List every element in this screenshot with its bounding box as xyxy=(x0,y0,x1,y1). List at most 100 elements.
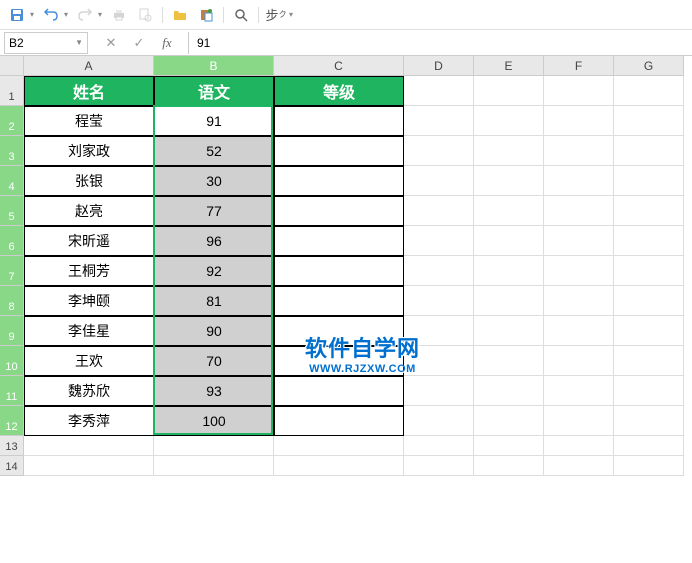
cell-grade-11[interactable] xyxy=(274,376,404,406)
cell-F12[interactable] xyxy=(544,406,614,436)
cell-G4[interactable] xyxy=(614,166,684,196)
cell-name-10[interactable]: 王欢 xyxy=(24,346,154,376)
undo-dropdown-icon[interactable]: ▾ xyxy=(64,10,68,19)
cell-score-5[interactable]: 77 xyxy=(154,196,274,226)
cell-E14[interactable] xyxy=(474,456,544,476)
cell-D7[interactable] xyxy=(404,256,474,286)
row-header-14[interactable]: 14 xyxy=(0,456,24,476)
cell-score-12[interactable]: 100 xyxy=(154,406,274,436)
row-header-1[interactable]: 1 xyxy=(0,76,24,106)
undo-icon[interactable] xyxy=(42,6,60,24)
cell-D2[interactable] xyxy=(404,106,474,136)
cell-C14[interactable] xyxy=(274,456,404,476)
cell-F7[interactable] xyxy=(544,256,614,286)
cell-grade-12[interactable] xyxy=(274,406,404,436)
cell-F3[interactable] xyxy=(544,136,614,166)
cell-score-6[interactable]: 96 xyxy=(154,226,274,256)
pinyin-button[interactable]: 步ク xyxy=(267,6,285,24)
cell-score-7[interactable]: 92 xyxy=(154,256,274,286)
row-header-4[interactable]: 4 xyxy=(0,166,24,196)
cell-E10[interactable] xyxy=(474,346,544,376)
cell-D4[interactable] xyxy=(404,166,474,196)
cell-name-7[interactable]: 王桐芳 xyxy=(24,256,154,286)
cell-E6[interactable] xyxy=(474,226,544,256)
cell-F14[interactable] xyxy=(544,456,614,476)
cell-A14[interactable] xyxy=(24,456,154,476)
cell-E2[interactable] xyxy=(474,106,544,136)
cell-G14[interactable] xyxy=(614,456,684,476)
folder-open-icon[interactable] xyxy=(171,6,189,24)
row-header-5[interactable]: 5 xyxy=(0,196,24,226)
cell-F11[interactable] xyxy=(544,376,614,406)
cell-F2[interactable] xyxy=(544,106,614,136)
cell-G11[interactable] xyxy=(614,376,684,406)
cell-G8[interactable] xyxy=(614,286,684,316)
cell-G5[interactable] xyxy=(614,196,684,226)
cell-score-4[interactable]: 30 xyxy=(154,166,274,196)
cell-G10[interactable] xyxy=(614,346,684,376)
cell-score-11[interactable]: 93 xyxy=(154,376,274,406)
cell-D14[interactable] xyxy=(404,456,474,476)
pinyin-dropdown-icon[interactable]: ▾ xyxy=(289,10,293,19)
cell-score-9[interactable]: 90 xyxy=(154,316,274,346)
name-box[interactable]: B2 ▼ xyxy=(4,32,88,54)
cell-name-11[interactable]: 魏苏欣 xyxy=(24,376,154,406)
spreadsheet-grid[interactable]: ABCDEFG 1234567891011121314 姓名语文等级程莹91刘家… xyxy=(0,56,692,563)
cell-F9[interactable] xyxy=(544,316,614,346)
cell-score-2[interactable]: 91 xyxy=(154,106,274,136)
row-header-3[interactable]: 3 xyxy=(0,136,24,166)
header-score[interactable]: 语文 xyxy=(154,76,274,106)
row-header-9[interactable]: 9 xyxy=(0,316,24,346)
cell-grade-5[interactable] xyxy=(274,196,404,226)
cell-grade-4[interactable] xyxy=(274,166,404,196)
cell-G3[interactable] xyxy=(614,136,684,166)
cell-D10[interactable] xyxy=(404,346,474,376)
fx-icon[interactable]: fx xyxy=(160,35,174,51)
row-header-6[interactable]: 6 xyxy=(0,226,24,256)
cell-E7[interactable] xyxy=(474,256,544,286)
cancel-formula-icon[interactable]: ✕ xyxy=(104,35,118,51)
cell-D12[interactable] xyxy=(404,406,474,436)
row-header-11[interactable]: 11 xyxy=(0,376,24,406)
cell-F8[interactable] xyxy=(544,286,614,316)
col-header-A[interactable]: A xyxy=(24,56,154,76)
cell-F10[interactable] xyxy=(544,346,614,376)
cell-grade-6[interactable] xyxy=(274,226,404,256)
cell-name-4[interactable]: 张银 xyxy=(24,166,154,196)
cell-grade-9[interactable] xyxy=(274,316,404,346)
accept-formula-icon[interactable]: ✓ xyxy=(132,35,146,51)
cell-E5[interactable] xyxy=(474,196,544,226)
cell-D8[interactable] xyxy=(404,286,474,316)
cell-D3[interactable] xyxy=(404,136,474,166)
cell-E9[interactable] xyxy=(474,316,544,346)
cell-E11[interactable] xyxy=(474,376,544,406)
cell-E8[interactable] xyxy=(474,286,544,316)
col-header-G[interactable]: G xyxy=(614,56,684,76)
col-header-E[interactable]: E xyxy=(474,56,544,76)
cell-D11[interactable] xyxy=(404,376,474,406)
cell-A13[interactable] xyxy=(24,436,154,456)
formula-input[interactable] xyxy=(188,32,692,54)
find-icon[interactable] xyxy=(232,6,250,24)
row-header-10[interactable]: 10 xyxy=(0,346,24,376)
cell-G12[interactable] xyxy=(614,406,684,436)
row-header-8[interactable]: 8 xyxy=(0,286,24,316)
name-box-dropdown-icon[interactable]: ▼ xyxy=(75,38,83,47)
row-header-7[interactable]: 7 xyxy=(0,256,24,286)
cell-B13[interactable] xyxy=(154,436,274,456)
cell-D6[interactable] xyxy=(404,226,474,256)
cell-name-3[interactable]: 刘家政 xyxy=(24,136,154,166)
cell-name-8[interactable]: 李坤颐 xyxy=(24,286,154,316)
cell-E12[interactable] xyxy=(474,406,544,436)
row-header-12[interactable]: 12 xyxy=(0,406,24,436)
select-all-corner[interactable] xyxy=(0,56,24,76)
cell-grade-2[interactable] xyxy=(274,106,404,136)
cell-score-8[interactable]: 81 xyxy=(154,286,274,316)
col-header-F[interactable]: F xyxy=(544,56,614,76)
cell-grade-10[interactable] xyxy=(274,346,404,376)
cell-D5[interactable] xyxy=(404,196,474,226)
header-name[interactable]: 姓名 xyxy=(24,76,154,106)
col-header-B[interactable]: B xyxy=(154,56,274,76)
cell-G13[interactable] xyxy=(614,436,684,456)
cell-name-6[interactable]: 宋昕遥 xyxy=(24,226,154,256)
